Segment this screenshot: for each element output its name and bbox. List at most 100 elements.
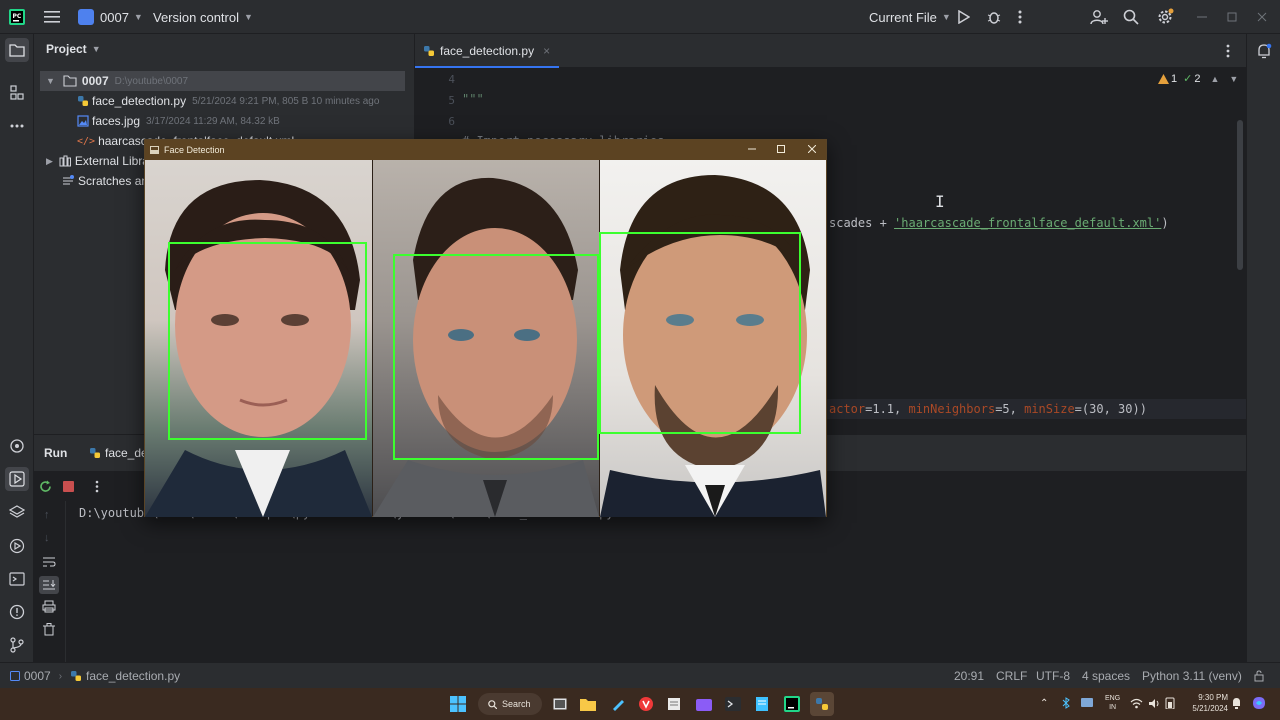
window-title-bar[interactable]: Face Detection xyxy=(145,140,826,160)
add-user-icon[interactable] xyxy=(1090,0,1108,34)
caret-position[interactable]: 20:91 xyxy=(954,663,984,689)
tree-file-row[interactable]: face_detection.py 5/21/2024 9:21 PM, 805… xyxy=(34,91,406,111)
print-icon[interactable] xyxy=(42,600,56,616)
python-file-icon xyxy=(424,46,434,56)
rerun-icon[interactable] xyxy=(39,480,52,496)
python-interpreter[interactable]: Python 3.11 (venv) xyxy=(1142,663,1242,689)
line-separator[interactable]: CRLF xyxy=(996,663,1027,689)
file-encoding[interactable]: UTF-8 xyxy=(1036,663,1070,689)
volume-icon[interactable] xyxy=(1148,697,1161,712)
git-branch-icon[interactable] xyxy=(5,633,29,657)
param-name: actor xyxy=(829,402,866,416)
code-text: =5, xyxy=(995,402,1025,416)
purple-app-icon[interactable] xyxy=(692,692,716,716)
minimize-icon[interactable] xyxy=(1197,0,1207,34)
task-view-icon[interactable] xyxy=(548,692,572,716)
file-meta: 5/21/2024 9:21 PM, 805 B 10 minutes ago xyxy=(192,95,380,107)
main-menu-icon[interactable] xyxy=(44,0,60,34)
window-minimize-icon[interactable] xyxy=(748,145,756,153)
more-tools-icon[interactable] xyxy=(5,114,29,138)
more-actions-icon[interactable] xyxy=(1018,0,1022,34)
clear-trash-icon[interactable] xyxy=(43,623,55,639)
problems-icon[interactable] xyxy=(5,600,29,624)
run-panel-title: Run xyxy=(44,446,68,460)
vivaldi-browser-icon[interactable] xyxy=(634,692,658,716)
debug-icon[interactable] xyxy=(986,0,1002,34)
breadcrumb-project[interactable]: 0007 xyxy=(24,669,51,683)
chevron-down-icon[interactable]: ▼ xyxy=(1229,74,1238,84)
clock-time: 9:30 PM xyxy=(1198,693,1228,702)
face-detection-window[interactable]: Face Detection xyxy=(144,139,827,517)
chevron-up-icon[interactable]: ▲ xyxy=(1210,74,1219,84)
python-taskbar-icon[interactable] xyxy=(810,692,834,716)
right-tool-window-bar xyxy=(1246,34,1280,662)
check-count: 2 xyxy=(1194,72,1201,85)
breadcrumb-file[interactable]: face_detection.py xyxy=(86,669,180,683)
powershell-terminal-icon[interactable] xyxy=(721,692,745,716)
structure-icon[interactable] xyxy=(5,81,29,105)
bluetooth-icon[interactable] xyxy=(1062,697,1070,712)
run-tool-icon[interactable] xyxy=(5,467,29,491)
search-icon[interactable] xyxy=(1123,0,1139,34)
soft-wrap-icon[interactable] xyxy=(42,556,56,571)
vcs-selector[interactable]: Version control ▼ xyxy=(153,0,253,34)
pycharm-taskbar-icon[interactable] xyxy=(780,692,804,716)
notes-app-icon[interactable] xyxy=(750,692,774,716)
stop-icon[interactable] xyxy=(63,481,74,492)
tab-close-icon[interactable]: × xyxy=(543,44,550,58)
pen-app-icon[interactable] xyxy=(606,692,630,716)
editor-scrollbar[interactable] xyxy=(1237,120,1243,270)
tab-face-detection[interactable]: face_detection.py × xyxy=(423,34,550,68)
warning-count: 1 xyxy=(1171,72,1178,85)
run-options-icon[interactable] xyxy=(95,480,99,496)
taskbar-search-box[interactable]: Search xyxy=(478,693,542,715)
file-explorer-icon[interactable] xyxy=(576,692,600,716)
project-selector[interactable]: 0007 ▼ xyxy=(78,0,143,34)
root-folder-name: 0007 xyxy=(81,74,109,88)
windows-start-icon[interactable] xyxy=(446,692,470,716)
warning-icon xyxy=(1158,73,1169,84)
battery-icon[interactable] xyxy=(1164,697,1176,712)
tree-root-row[interactable]: ▼ 0007 D:\youtube\0007 xyxy=(40,71,405,91)
notifications-bell-icon[interactable] xyxy=(1252,39,1276,63)
language-code: ENG xyxy=(1105,695,1121,702)
language-indicator[interactable]: ENG IN xyxy=(1105,694,1120,712)
window-close-icon[interactable] xyxy=(808,145,816,153)
file-meta: 3/17/2024 11:29 AM, 84.32 kB xyxy=(146,115,280,127)
run-config-selector[interactable]: Current File ▼ xyxy=(869,0,951,34)
line-number: 6 xyxy=(448,115,455,128)
system-clock[interactable]: 9:30 PM 5/21/2024 xyxy=(1186,692,1228,714)
status-bar: 0007 › face_detection.py 20:91 CRLF UTF-… xyxy=(0,662,1280,688)
copilot-icon[interactable] xyxy=(1251,695,1267,714)
project-tool-folder-icon[interactable] xyxy=(5,38,29,62)
lock-icon[interactable] xyxy=(1253,663,1265,689)
window-maximize-icon[interactable] xyxy=(777,145,785,153)
settings-gear-icon[interactable] xyxy=(1156,0,1174,34)
indent-setting[interactable]: 4 spaces xyxy=(1082,663,1130,689)
arrow-down-icon[interactable]: ↓ xyxy=(44,532,50,544)
wifi-icon[interactable] xyxy=(1130,697,1143,712)
services-icon[interactable] xyxy=(5,534,29,558)
code-text: =1.1, xyxy=(865,402,909,416)
notepad-icon[interactable] xyxy=(662,692,686,716)
tab-options-icon[interactable] xyxy=(1226,44,1230,61)
inspection-widget[interactable]: 1 ✓ 2 ▲ ▼ xyxy=(1158,72,1238,85)
pycharm-logo-icon[interactable]: PC xyxy=(9,0,25,34)
maximize-icon[interactable] xyxy=(1227,0,1237,34)
line-number: 5 xyxy=(448,94,455,107)
project-name: 0007 xyxy=(100,9,129,25)
tray-app-icon[interactable] xyxy=(1081,696,1093,711)
project-panel-header[interactable]: Project ▼ xyxy=(46,42,101,56)
python-file-icon xyxy=(78,96,88,106)
layers-icon[interactable] xyxy=(5,500,29,524)
terminal-icon[interactable] xyxy=(5,567,29,591)
close-icon[interactable] xyxy=(1257,0,1267,34)
tray-expand-chevron-icon[interactable]: ⌃ xyxy=(1040,698,1048,709)
python-packages-icon[interactable] xyxy=(5,434,29,458)
notification-bell-icon[interactable] xyxy=(1231,697,1242,712)
scroll-to-end-icon[interactable] xyxy=(39,576,59,594)
tree-file-row[interactable]: faces.jpg 3/17/2024 11:29 AM, 84.32 kB xyxy=(34,111,406,131)
arrow-up-icon[interactable]: ↑ xyxy=(44,509,50,521)
chevron-right-icon: ▶ xyxy=(46,155,53,166)
run-icon[interactable] xyxy=(956,0,970,34)
